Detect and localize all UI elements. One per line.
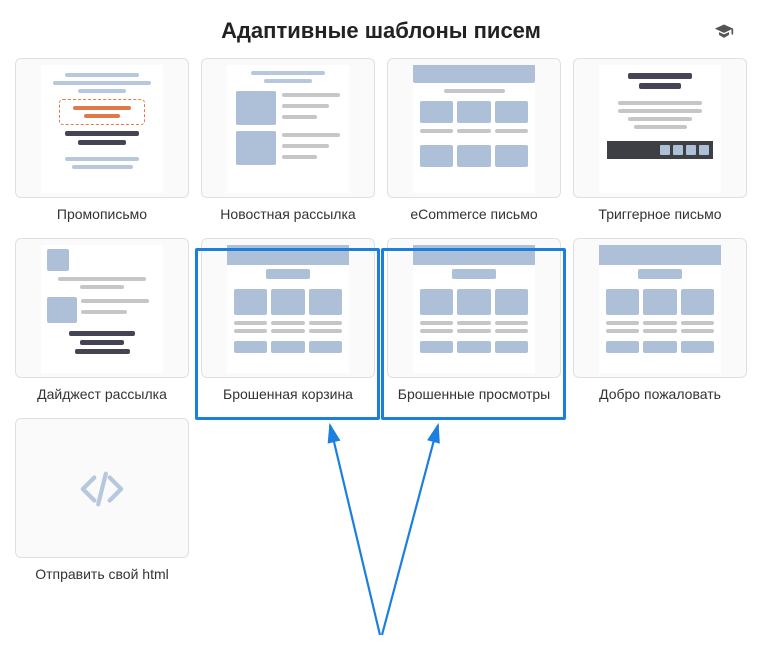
header: Адаптивные шаблоны писем [0,0,762,58]
template-label: Промописьмо [57,206,147,222]
template-tile[interactable] [15,418,189,558]
page-title: Адаптивные шаблоны писем [221,18,541,44]
template-tile[interactable] [387,58,561,198]
template-tile[interactable] [387,238,561,378]
template-card-welcome: Добро пожаловать [573,238,747,402]
template-card-own-html: Отправить свой html [15,418,189,582]
template-label: Добро пожаловать [599,386,721,402]
template-label: Дайджест рассылка [37,386,167,402]
template-label: Новостная рассылка [220,206,355,222]
template-card-newsletter: Новостная рассылка [201,58,375,222]
template-tile[interactable] [201,58,375,198]
template-tile[interactable] [573,238,747,378]
template-label: Брошенная корзина [223,386,353,402]
template-tile[interactable] [201,238,375,378]
template-card-promo: Промописьмо [15,58,189,222]
template-label: Брошенные просмотры [398,386,551,402]
template-card-ecommerce: eCommerce письмо [387,58,561,222]
template-tile[interactable] [573,58,747,198]
template-label: Триггерное письмо [598,206,721,222]
template-card-digest: Дайджест рассылка [15,238,189,402]
template-label: Отправить свой html [35,566,169,582]
template-card-abandoned-cart: Брошенная корзина [201,238,375,402]
template-grid: Промописьмо [0,58,762,582]
code-icon [79,466,125,517]
template-tile[interactable] [15,58,189,198]
template-card-trigger: Триггерное письмо [573,58,747,222]
template-card-abandoned-views: Брошенные просмотры [387,238,561,402]
graduation-cap-icon[interactable] [714,22,734,47]
template-tile[interactable] [15,238,189,378]
template-label: eCommerce письмо [410,206,537,222]
